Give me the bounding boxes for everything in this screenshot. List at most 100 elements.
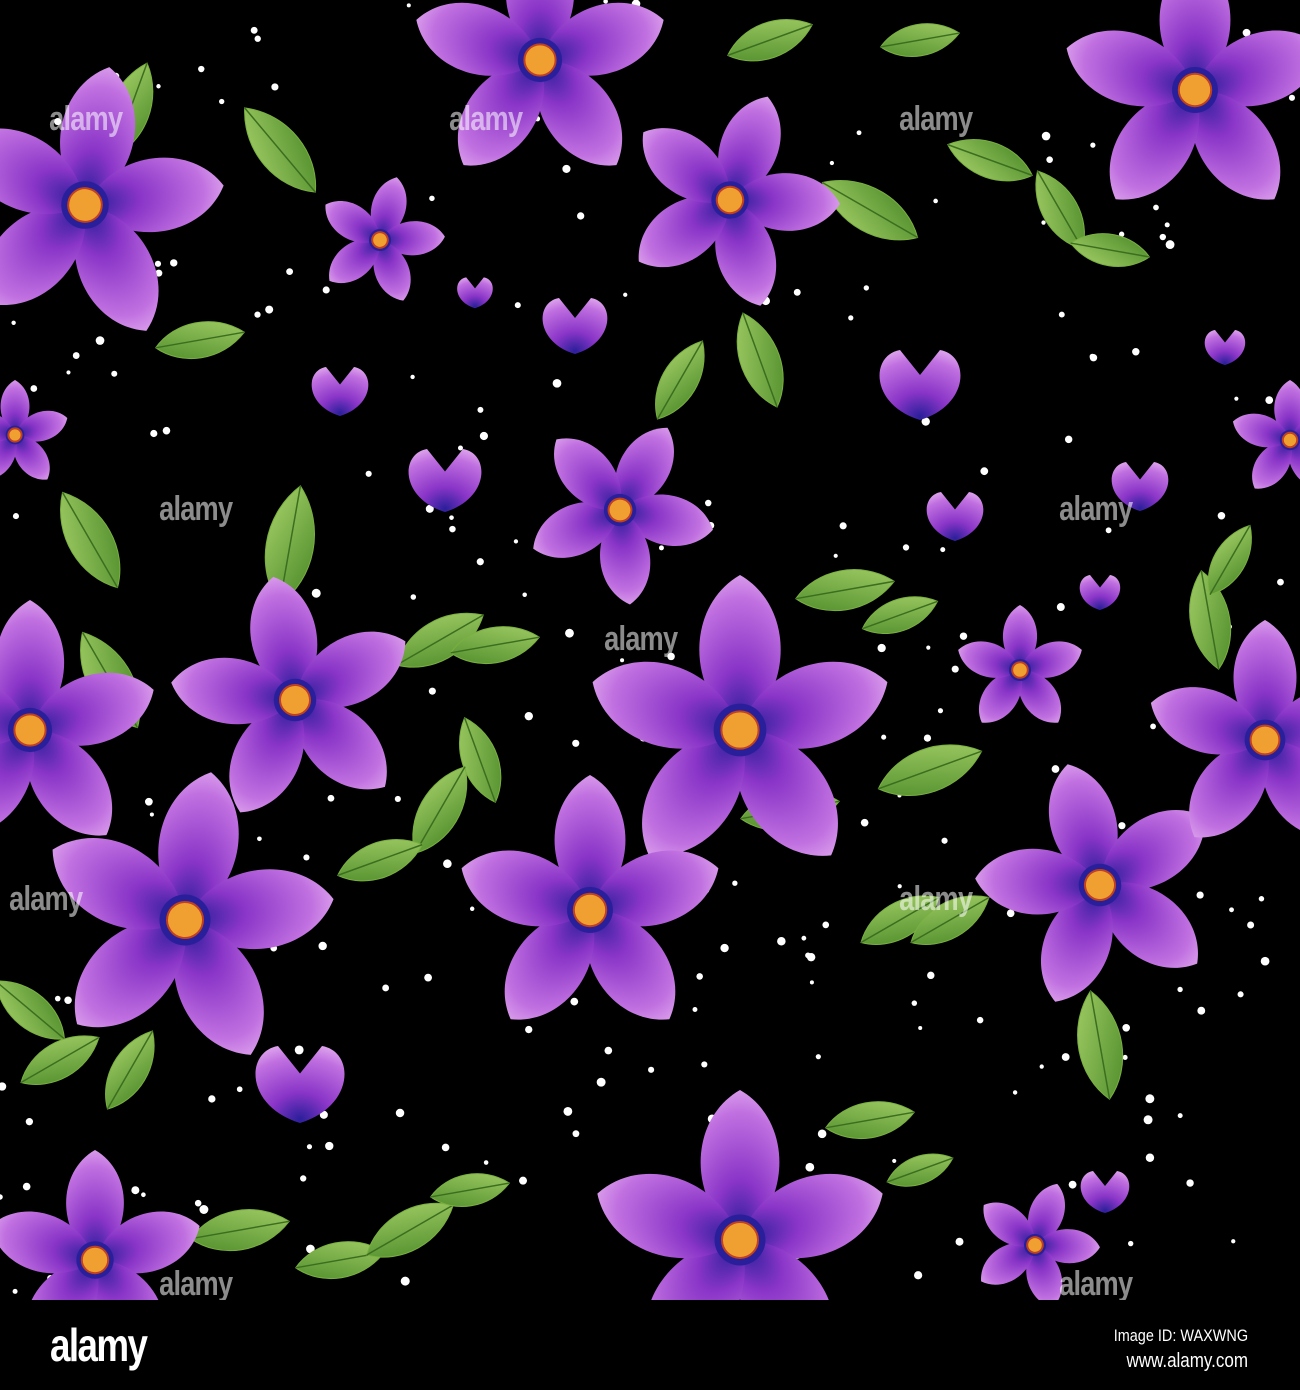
white-dot (1122, 1054, 1128, 1060)
white-dot (428, 687, 436, 695)
white-dot (1051, 765, 1060, 773)
white-dot (265, 305, 274, 314)
floral-pattern-illustration: alamy alamy alamy alamy alamy alamy alam… (0, 0, 1300, 1362)
stock-footer: alamy Image ID: WAXWNG www.alamy.com (0, 1300, 1300, 1390)
white-dot (603, 0, 608, 4)
white-dot (306, 1144, 313, 1150)
white-dot (911, 1000, 918, 1006)
leaf-icon (877, 744, 983, 796)
stamen (1281, 431, 1299, 449)
white-dot (1177, 1113, 1183, 1119)
white-dot (208, 1095, 216, 1103)
white-dot (658, 545, 664, 551)
white-dot (250, 26, 258, 34)
white-dot (570, 997, 579, 1006)
flower-icon (0, 1150, 200, 1350)
flower-bud-icon (255, 1046, 345, 1123)
white-dot (64, 996, 72, 1005)
white-dot (667, 652, 675, 661)
white-dot (1039, 1064, 1044, 1069)
white-dot (519, 1176, 528, 1185)
bud (457, 277, 493, 309)
white-dot (1150, 723, 1156, 730)
white-dot (822, 921, 830, 929)
white-dot (394, 795, 401, 803)
white-dot (1068, 1180, 1077, 1189)
white-dot (457, 445, 463, 451)
white-dot (648, 1066, 655, 1073)
white-dot (219, 98, 225, 105)
flower-icon (533, 427, 713, 605)
white-dot (1153, 204, 1159, 211)
leaf-icon (105, 1030, 155, 1110)
white-dot (1132, 348, 1140, 356)
white-dot (860, 818, 869, 827)
bud (1204, 330, 1246, 365)
white-dot (1143, 1115, 1153, 1125)
stamen (523, 43, 557, 77)
bud (255, 1046, 345, 1123)
flower-icon (0, 67, 224, 331)
white-dot (286, 268, 294, 276)
white-dot (154, 260, 162, 267)
white-dot (1197, 1006, 1206, 1015)
alamy-logo: alamy (50, 1319, 148, 1371)
white-dot (833, 553, 838, 558)
white-dot (141, 1192, 146, 1198)
white-dot (322, 286, 330, 294)
white-dot (793, 288, 801, 296)
white-dot (1145, 1094, 1155, 1104)
white-dot (1012, 1090, 1018, 1095)
flower-icon (592, 575, 888, 856)
white-dot (809, 980, 814, 985)
white-dot (271, 83, 279, 91)
white-dot (54, 117, 62, 126)
website-link[interactable]: www.alamy.com (1126, 1350, 1248, 1373)
stamen (1011, 661, 1029, 679)
white-dot (805, 1162, 815, 1172)
white-dot (856, 130, 862, 136)
flower-bud-icon (542, 298, 608, 354)
white-dot (449, 515, 454, 520)
white-dot (623, 292, 628, 297)
leaf-icon (879, 23, 961, 58)
white-dot (1177, 986, 1183, 993)
white-dot (1041, 220, 1046, 225)
white-dot (720, 943, 729, 953)
white-dot (131, 1186, 140, 1195)
white-dot (429, 195, 435, 202)
stamen (1249, 724, 1281, 756)
stamen (1177, 72, 1213, 108)
white-dot (111, 370, 118, 377)
bud (1111, 462, 1169, 511)
white-dot (1090, 142, 1096, 148)
white-dot (522, 592, 527, 597)
white-dot (839, 522, 847, 530)
white-dot (479, 431, 489, 441)
white-dot (1118, 822, 1126, 830)
white-dot (441, 1143, 450, 1152)
white-dot (577, 212, 585, 220)
white-dot (144, 797, 153, 806)
white-dot (1061, 1053, 1070, 1061)
white-dot (1237, 991, 1244, 998)
white-dot (914, 1271, 923, 1280)
white-dot (565, 628, 574, 638)
white-dot (410, 594, 417, 600)
white-dot (254, 35, 261, 42)
white-dot (66, 370, 71, 375)
white-dot (881, 734, 887, 740)
white-dot (596, 1077, 606, 1087)
white-dot (469, 906, 475, 911)
white-dot (254, 311, 261, 318)
white-dot (406, 3, 411, 8)
white-dot (1164, 222, 1170, 228)
stamen (80, 1245, 110, 1275)
white-dot (318, 941, 327, 951)
white-dot (777, 937, 786, 946)
white-dot (236, 1086, 243, 1093)
white-dot (926, 645, 931, 650)
white-dot (817, 1129, 827, 1139)
bud (542, 298, 608, 354)
bud (879, 350, 961, 420)
